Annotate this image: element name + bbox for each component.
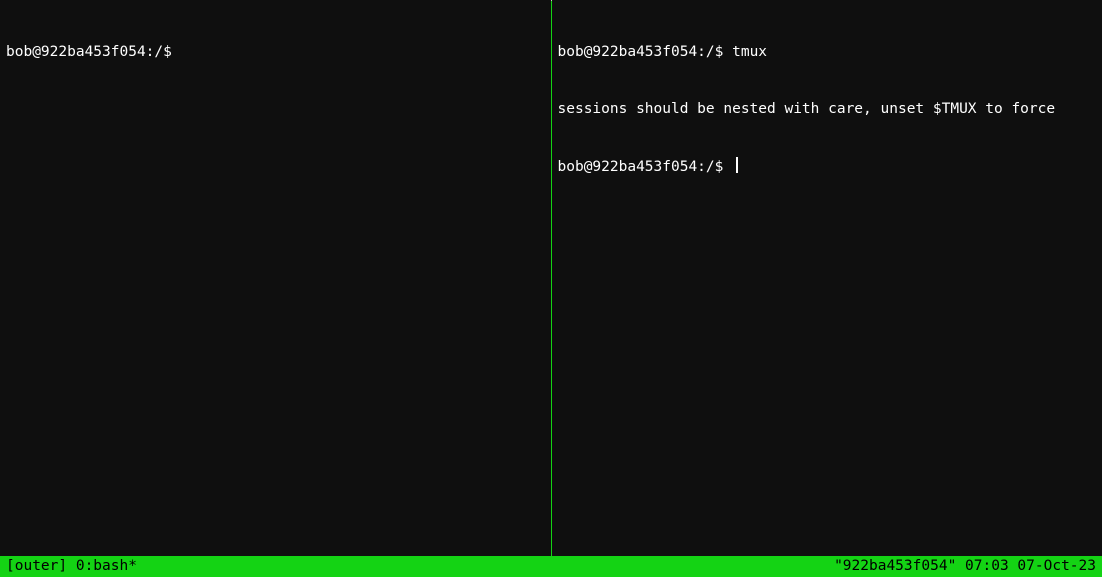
status-hostname: "922ba453f054" <box>834 558 956 574</box>
prompt: bob@922ba453f054:/$ <box>558 44 733 60</box>
status-time: 07:03 <box>965 558 1009 574</box>
status-window-list[interactable]: 0:bash* <box>76 557 137 576</box>
command-text: tmux <box>732 44 767 60</box>
status-date: 07-Oct-23 <box>1017 558 1096 574</box>
cursor <box>736 157 738 173</box>
tmux-panes: bob@922ba453f054:/$ bob@922ba453f054:/$ … <box>0 0 1102 556</box>
terminal-output: sessions should be nested with care, uns… <box>558 101 1056 117</box>
prompt: bob@922ba453f054:/$ <box>6 44 181 60</box>
tmux-status-bar: [outer] 0:bash* "922ba453f054" 07:03 07-… <box>0 556 1102 577</box>
terminal-pane-right[interactable]: bob@922ba453f054:/$ tmux sessions should… <box>552 0 1102 556</box>
terminal-pane-left[interactable]: bob@922ba453f054:/$ <box>0 0 551 556</box>
prompt: bob@922ba453f054:/$ <box>558 159 733 175</box>
status-session-name: [outer] <box>6 557 76 576</box>
